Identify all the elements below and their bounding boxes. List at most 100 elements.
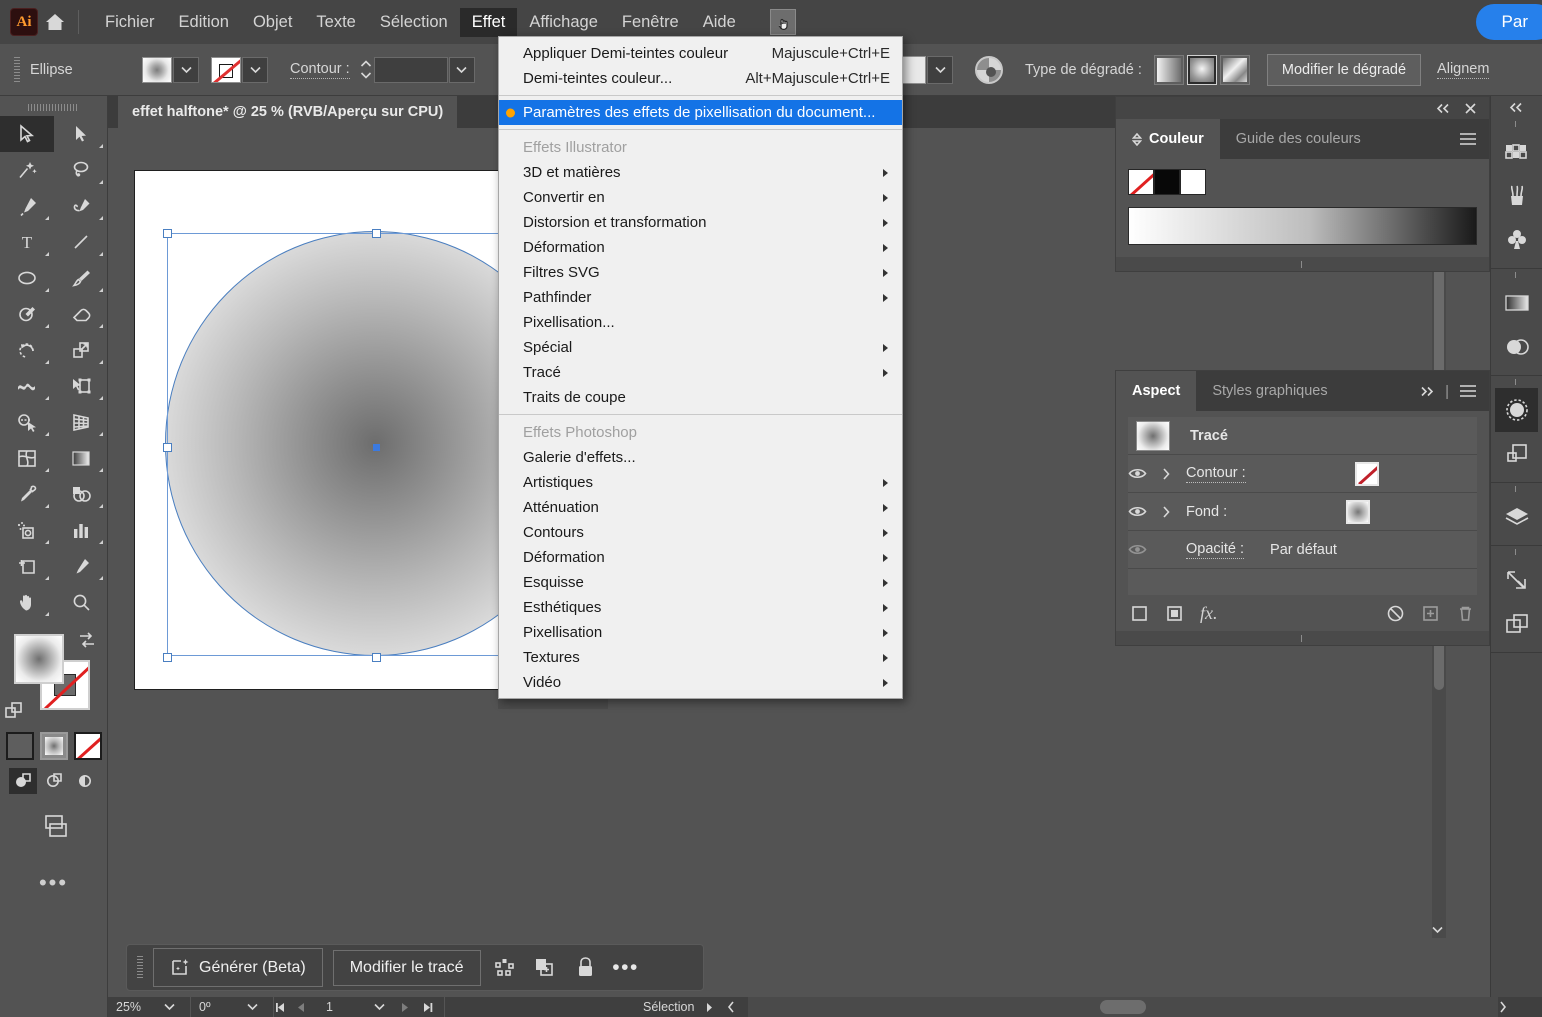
scroll-down-chevron-icon[interactable] (1432, 926, 1446, 934)
stroke-dropdown-chevron-icon[interactable] (242, 56, 268, 83)
magic-wand-tool[interactable] (0, 152, 54, 188)
mesh-tool[interactable] (0, 440, 54, 476)
last-artboard-icon[interactable] (422, 1002, 444, 1013)
edit-path-button[interactable]: Modifier le tracé (332, 949, 481, 986)
tab-styles-graphiques[interactable]: Styles graphiques (1196, 371, 1343, 411)
horizontal-scrollbar[interactable] (748, 997, 1498, 1017)
gradient-panel-icon[interactable] (1491, 281, 1542, 325)
generate-button[interactable]: Générer (Beta) (153, 948, 323, 987)
menu-effet[interactable]: Effet (459, 7, 518, 37)
menu-objet[interactable]: Objet (241, 8, 304, 37)
menu-item-video[interactable]: Vidéo (499, 670, 902, 695)
transparency-panel-icon[interactable] (1491, 325, 1542, 369)
line-segment-tool[interactable] (54, 224, 108, 260)
visibility-eye-icon-disabled[interactable] (1128, 543, 1162, 556)
menu-item-3d-matieres[interactable]: 3D et matières (499, 160, 902, 185)
fill-swatch-group[interactable] (142, 56, 199, 83)
draw-normal-button[interactable] (8, 768, 37, 794)
duplicate-icon[interactable] (531, 953, 561, 983)
aspect-row-trace[interactable]: Tracé (1128, 417, 1477, 455)
rotation-field[interactable]: 0º (191, 997, 274, 1017)
gradient-center-point[interactable] (373, 444, 380, 451)
dock-collapse-icon[interactable] (1491, 96, 1542, 118)
stroke-weight-stepper[interactable] (358, 56, 374, 84)
scroll-right-icon[interactable] (1498, 1001, 1520, 1013)
color-panel-resize-grip[interactable] (1116, 257, 1489, 271)
stroke-swatch-group[interactable] (211, 56, 268, 83)
stroke-weight-label[interactable]: Contour : (290, 61, 350, 79)
tab-couleur[interactable]: Couleur (1116, 119, 1220, 159)
eraser-tool[interactable] (54, 296, 108, 332)
brushes-panel-icon[interactable] (1491, 174, 1542, 218)
aspect-row-name[interactable]: Contour : (1186, 465, 1246, 483)
edit-gradient-button[interactable]: Modifier le dégradé (1266, 53, 1422, 86)
menu-item-convertir-en[interactable]: Convertir en (499, 185, 902, 210)
aspect-row-contour[interactable]: Contour : (1128, 455, 1477, 493)
menu-item-pathfinder[interactable]: Pathfinder (499, 285, 902, 310)
menu-item-appliquer-demi-teintes[interactable]: Appliquer Demi-teintes couleur Majuscule… (499, 41, 902, 66)
freeform-gradient-button[interactable] (1219, 54, 1250, 85)
status-expand-icon[interactable] (704, 1002, 726, 1013)
slice-tool[interactable] (54, 548, 108, 584)
touch-hand-icon[interactable] (769, 9, 796, 35)
bbox-handle-bottom-left[interactable] (163, 653, 172, 662)
none-swatch[interactable] (1128, 169, 1154, 195)
radial-gradient-button[interactable] (1186, 54, 1217, 85)
perspective-grid-tool[interactable] (54, 404, 108, 440)
rotate-tool[interactable] (0, 332, 54, 368)
rotation-chevron-icon[interactable] (247, 1003, 273, 1011)
home-icon[interactable] (38, 0, 72, 44)
change-screen-mode-button[interactable] (0, 812, 107, 842)
bbox-handle-top-center[interactable] (372, 229, 381, 238)
visibility-eye-icon[interactable] (1128, 505, 1162, 518)
fond-gradient-swatch[interactable] (1346, 499, 1371, 524)
collapse-panel-icon[interactable] (1436, 103, 1452, 114)
anchor-points-icon[interactable] (491, 953, 521, 983)
menu-item-esquisse[interactable]: Esquisse (499, 570, 902, 595)
gradient-tool[interactable] (54, 440, 108, 476)
options-bar-grip[interactable] (14, 56, 20, 83)
symbol-sprayer-tool[interactable] (0, 512, 54, 548)
menu-item-pixellisation-ps[interactable]: Pixellisation (499, 620, 902, 645)
menu-item-esthetiques[interactable]: Esthétiques (499, 595, 902, 620)
stroke-weight-input[interactable] (373, 56, 448, 83)
zoom-field[interactable]: 25% (108, 997, 191, 1017)
menu-item-textures[interactable]: Textures (499, 645, 902, 670)
menu-item-special[interactable]: Spécial (499, 335, 902, 360)
dock-group-grip[interactable] (1491, 483, 1542, 495)
horizontal-scrollbar-thumb[interactable] (1100, 1000, 1147, 1014)
curvature-tool[interactable] (54, 188, 108, 224)
add-new-fill-icon[interactable] (1165, 604, 1184, 623)
bbox-handle-middle-left[interactable] (163, 443, 172, 452)
artboard-number[interactable]: 1 (318, 1000, 374, 1014)
opacity-chevron-icon[interactable] (927, 55, 953, 84)
paintbrush-tool[interactable] (54, 260, 108, 296)
dock-group-grip[interactable] (1491, 118, 1542, 130)
visibility-eye-icon[interactable] (1128, 467, 1162, 480)
bbox-handle-top-left[interactable] (163, 229, 172, 238)
aspect-row-opacite[interactable]: Opacité : Par défaut (1128, 531, 1477, 569)
menu-fichier[interactable]: Fichier (93, 8, 167, 37)
draw-behind-button[interactable] (39, 768, 68, 794)
next-artboard-icon[interactable] (400, 1002, 422, 1013)
grayscale-ramp[interactable] (1128, 207, 1477, 245)
menu-item-deformation-ps[interactable]: Déformation (499, 545, 902, 570)
menu-item-distorsion-transformation[interactable]: Distorsion et transformation (499, 210, 902, 235)
type-tool[interactable]: T (0, 224, 54, 260)
symbols-panel-icon[interactable] (1491, 218, 1542, 262)
pathfinder-panel-icon[interactable] (1495, 388, 1538, 432)
menu-selection[interactable]: Sélection (368, 8, 460, 37)
draw-inside-button[interactable] (70, 768, 99, 794)
toolbar-fill-swatch[interactable] (14, 634, 64, 684)
expand-chevron-icon[interactable] (1162, 467, 1186, 480)
artboard-chevron-icon[interactable] (374, 1003, 400, 1011)
artboard-tool[interactable] (0, 548, 54, 584)
aspect-row-fond[interactable]: Fond : (1128, 493, 1477, 531)
tab-aspect[interactable]: Aspect (1116, 371, 1197, 411)
document-tab[interactable]: effet halftone* @ 25 % (RVB/Aperçu sur C… (118, 96, 458, 128)
zoom-tool[interactable] (54, 584, 108, 620)
menu-fenetre[interactable]: Fenêtre (610, 8, 691, 37)
rotation-value[interactable]: 0º (191, 1000, 247, 1014)
align-label[interactable]: Alignem (1437, 61, 1490, 79)
hand-tool[interactable] (0, 584, 54, 620)
